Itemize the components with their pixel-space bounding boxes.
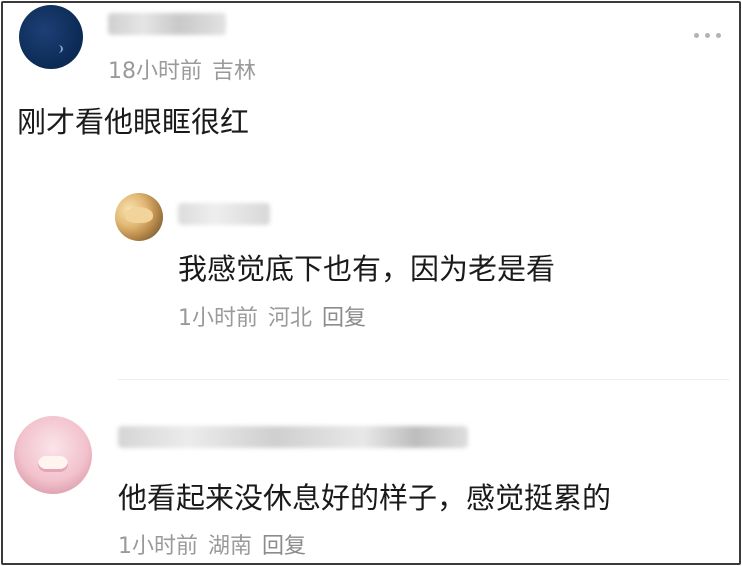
post-time: 18小时前: [108, 59, 202, 84]
dot: [694, 33, 699, 38]
reply-meta: 1小时前 河北 回复: [178, 300, 376, 332]
reply-location: 湖南: [208, 534, 253, 559]
post-text: 刚才看他眼眶很红: [17, 105, 250, 139]
post-location: 吉林: [212, 59, 257, 84]
author-avatar[interactable]: [19, 5, 83, 69]
reply-location: 河北: [268, 306, 313, 331]
avatar-moon-icon: [53, 45, 63, 53]
dot: [716, 33, 721, 38]
reply-author-name-blurred[interactable]: [118, 426, 468, 448]
comment-thread: 18小时前 吉林 刚才看他眼眶很红 我感觉底下也有，因为老是看 1小时前 河北 回复 …: [1, 1, 741, 565]
reply-avatar[interactable]: [115, 193, 163, 241]
more-dots-icon[interactable]: [694, 33, 721, 38]
reply-button[interactable]: 回复: [322, 306, 366, 331]
reply-time: 1小时前: [118, 534, 198, 559]
author-name-blurred[interactable]: [108, 13, 226, 35]
reply-text: 我感觉底下也有，因为老是看: [178, 252, 556, 286]
reply-time: 1小时前: [178, 306, 258, 331]
dot: [705, 33, 710, 38]
post-meta: 18小时前 吉林: [108, 53, 266, 85]
reply-author-name-blurred[interactable]: [178, 203, 270, 225]
reply-meta: 1小时前 湖南 回复: [118, 528, 316, 560]
reply-text: 他看起来没休息好的样子，感觉挺累的: [118, 481, 612, 515]
avatar-figure-icon: [38, 456, 68, 472]
divider: [118, 379, 729, 380]
reply-button[interactable]: 回复: [262, 534, 306, 559]
avatar-food-icon: [125, 207, 153, 223]
reply-avatar[interactable]: [14, 416, 92, 494]
